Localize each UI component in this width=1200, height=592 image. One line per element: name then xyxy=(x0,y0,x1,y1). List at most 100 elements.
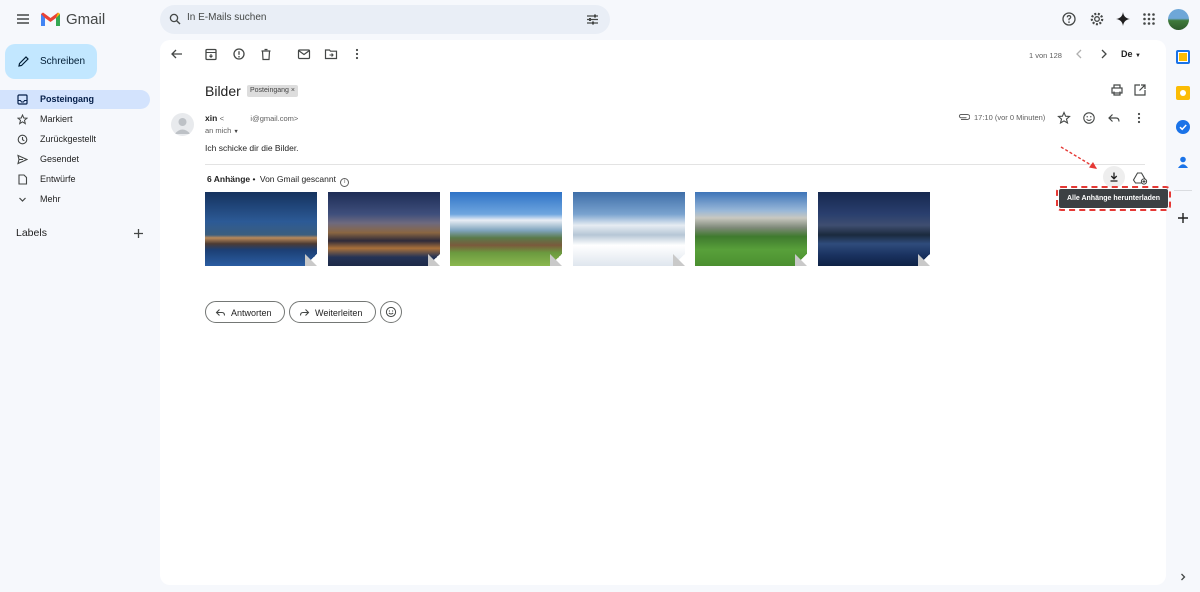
open-new-window-icon[interactable] xyxy=(1128,78,1152,102)
rail-divider xyxy=(1174,190,1192,191)
remove-label-close-icon[interactable]: × xyxy=(291,87,295,94)
attachments-header: 6 Anhänge • Von Gmail gescannt i xyxy=(207,174,350,187)
pencil-icon xyxy=(18,56,29,67)
reply-label: Antworten xyxy=(231,308,272,318)
search-bar[interactable]: In E-Mails suchen xyxy=(160,5,610,34)
settings-gear-icon[interactable] xyxy=(1085,7,1109,31)
sidebar-item-more[interactable]: Mehr xyxy=(0,190,150,209)
apps-grid-icon[interactable] xyxy=(1137,7,1161,31)
forward-icon xyxy=(299,309,310,316)
reply-icon[interactable] xyxy=(1102,106,1126,130)
clock-icon xyxy=(17,134,28,145)
scan-text: Von Gmail gescannt xyxy=(259,174,336,184)
sidebar-item-sent[interactable]: Gesendet xyxy=(0,150,150,169)
sidebar-item-starred[interactable]: Markiert xyxy=(0,110,150,129)
help-icon[interactable] xyxy=(1057,7,1081,31)
compose-button[interactable]: Schreiben xyxy=(5,44,97,79)
sidebar-item-label: Zurückgestellt xyxy=(40,134,97,144)
archive-icon[interactable] xyxy=(199,42,223,66)
sender-email-suffix: i@gmail.com> xyxy=(250,114,299,123)
search-input[interactable]: In E-Mails suchen xyxy=(187,12,266,23)
mark-unread-icon[interactable] xyxy=(292,42,316,66)
language-selector[interactable]: De ▼ xyxy=(1121,49,1141,59)
sidebar-item-inbox[interactable]: Posteingang xyxy=(0,90,150,109)
search-options-icon[interactable] xyxy=(586,13,599,26)
sidebar-item-label: Entwürfe xyxy=(40,174,76,184)
delete-trash-icon[interactable] xyxy=(254,42,278,66)
add-label-plus-icon[interactable] xyxy=(133,228,144,239)
message-body: Ich schicke dir die Bilder. xyxy=(205,143,299,153)
annotation-arrow xyxy=(1060,146,1097,169)
sender-line: xin < i@gmail.com> xyxy=(205,113,298,123)
add-to-drive-icon[interactable] xyxy=(1128,166,1152,190)
emoji-reaction-button[interactable] xyxy=(380,301,402,323)
info-icon[interactable]: i xyxy=(340,178,350,187)
sender-name[interactable]: xin xyxy=(205,113,217,123)
download-all-button[interactable] xyxy=(1103,166,1125,188)
compose-label: Schreiben xyxy=(40,56,86,67)
get-addons-plus-icon[interactable] xyxy=(1176,211,1190,225)
message-time: 17:10 (vor 0 Minuten) xyxy=(974,113,1046,122)
message-subject: Bilder xyxy=(205,83,241,99)
gmail-logo-icon[interactable] xyxy=(40,11,61,27)
sidebar-item-label: Markiert xyxy=(40,114,73,124)
attachment-thumbnail[interactable] xyxy=(573,192,685,266)
report-spam-icon[interactable] xyxy=(227,42,251,66)
account-avatar[interactable] xyxy=(1168,9,1189,30)
forward-label: Weiterleiten xyxy=(315,308,363,318)
search-icon[interactable] xyxy=(169,13,181,25)
send-icon xyxy=(17,154,28,165)
app-title[interactable]: Gmail xyxy=(66,11,105,28)
attachment-thumbnail[interactable] xyxy=(205,192,317,266)
bullet-separator: • xyxy=(252,174,256,184)
label-badge-text: Posteingang xyxy=(250,87,289,94)
expand-panel-chevron-icon[interactable] xyxy=(1178,572,1188,582)
newer-chevron-icon[interactable] xyxy=(1067,42,1091,66)
sidebar-item-label: Gesendet xyxy=(40,154,80,164)
person-icon xyxy=(174,118,191,134)
inbox-icon xyxy=(17,94,28,105)
print-icon[interactable] xyxy=(1105,78,1129,102)
calendar-icon[interactable] xyxy=(1176,50,1190,64)
sidebar-item-label: Mehr xyxy=(40,194,61,204)
attachment-thumbnail[interactable] xyxy=(818,192,930,266)
download-icon xyxy=(1110,172,1118,182)
file-icon xyxy=(18,174,28,185)
main-menu-icon[interactable] xyxy=(11,7,35,31)
sidebar-item-drafts[interactable]: Entwürfe xyxy=(0,170,150,189)
more-vert-icon[interactable] xyxy=(1127,106,1151,130)
sender-avatar[interactable] xyxy=(171,113,194,136)
attachments-count: 6 Anhänge xyxy=(207,174,251,184)
more-vert-icon[interactable] xyxy=(345,42,369,66)
reply-icon xyxy=(215,309,226,316)
message-panel: 1 von 128 De ▼ Bilder Posteingang × xin … xyxy=(160,40,1166,585)
tasks-icon[interactable] xyxy=(1176,120,1190,134)
chevron-down-icon xyxy=(19,197,26,202)
sender-email-prefix: < xyxy=(219,114,225,123)
move-to-folder-icon[interactable] xyxy=(319,42,343,66)
recipient-dropdown[interactable]: an mich ▼ xyxy=(205,126,239,135)
emoji-reaction-icon[interactable] xyxy=(1077,106,1101,130)
attachment-thumbnail[interactable] xyxy=(695,192,807,266)
caret-down-icon: ▼ xyxy=(233,129,239,135)
language-label: De xyxy=(1121,49,1133,59)
older-chevron-icon[interactable] xyxy=(1092,42,1116,66)
reply-button[interactable]: Antworten xyxy=(205,301,285,323)
star-icon[interactable] xyxy=(1052,106,1076,130)
contacts-icon[interactable] xyxy=(1176,155,1190,169)
caret-down-icon: ▼ xyxy=(1135,53,1141,59)
sidebar-item-label: Posteingang xyxy=(40,94,95,104)
sidebar-item-snoozed[interactable]: Zurückgestellt xyxy=(0,130,150,149)
pagination-count: 1 von 128 xyxy=(1029,51,1062,60)
attachment-thumbnail[interactable] xyxy=(450,192,562,266)
forward-button[interactable]: Weiterleiten xyxy=(289,301,376,323)
gemini-sparkle-icon[interactable] xyxy=(1111,7,1135,31)
keep-notes-icon[interactable] xyxy=(1176,86,1190,100)
back-arrow-icon[interactable] xyxy=(165,42,189,66)
labels-heading: Labels xyxy=(16,227,47,239)
attachment-thumbnail[interactable] xyxy=(328,192,440,266)
attachments-divider xyxy=(205,164,1145,165)
attachment-clip-icon xyxy=(958,114,970,120)
recipient-text: an mich xyxy=(205,126,232,135)
label-badge[interactable]: Posteingang × xyxy=(247,85,298,97)
